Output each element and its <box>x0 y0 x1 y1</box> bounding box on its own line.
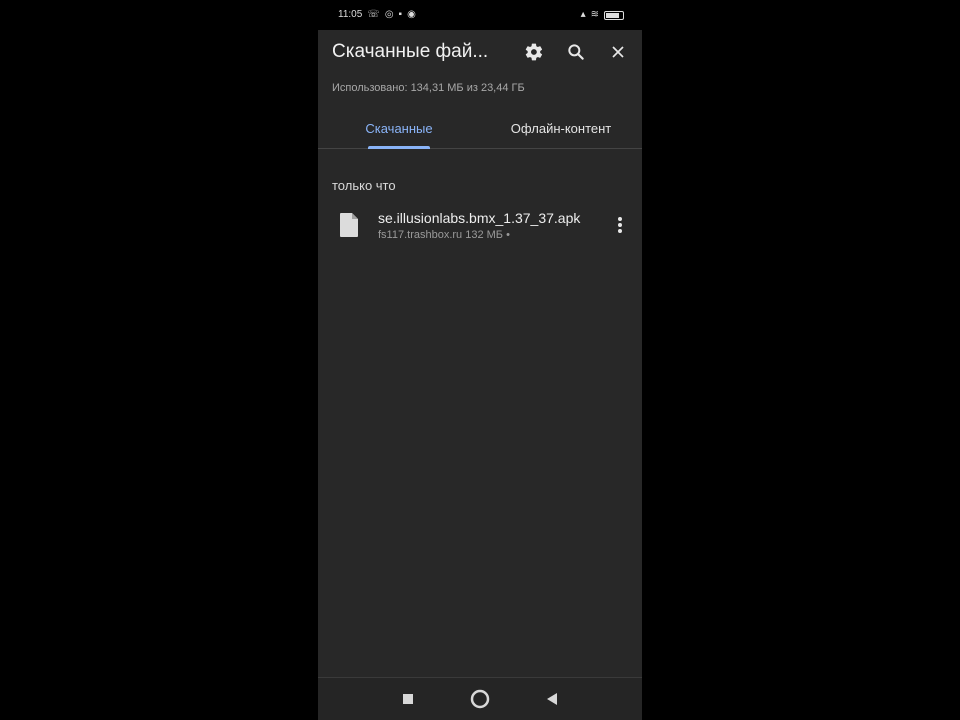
tab-downloads[interactable]: Скачанные <box>318 108 480 149</box>
tab-downloads-label: Скачанные <box>365 120 433 136</box>
search-icon <box>568 44 584 60</box>
home-button[interactable] <box>468 687 492 711</box>
file-name: se.illusionlabs.bmx_1.37_37.apk <box>378 209 581 226</box>
recents-button[interactable] <box>396 687 420 711</box>
search-button[interactable] <box>558 34 594 70</box>
home-icon <box>470 689 490 709</box>
more-vert-icon <box>618 217 622 233</box>
close-icon <box>612 46 624 58</box>
settings-icon <box>525 43 543 61</box>
settings-button[interactable] <box>516 34 552 70</box>
notification-icon: ◎ <box>384 9 394 20</box>
wifi-icon: ≋ <box>590 9 599 20</box>
tab-offline-content[interactable]: Офлайн-контент <box>480 108 642 148</box>
status-right: ▴ ≋ <box>581 10 624 20</box>
signal-icon: ▴ <box>580 9 586 20</box>
system-nav-bar <box>318 677 642 720</box>
page-title: Скачанные фай... <box>332 41 489 62</box>
list-item[interactable]: se.illusionlabs.bmx_1.37_37.apk fs117.tr… <box>318 200 642 250</box>
file-meta: fs117.trashbox.ru 132 МБ • <box>378 228 510 241</box>
call-icon: ☏ <box>367 9 380 20</box>
close-button[interactable] <box>600 34 636 70</box>
section-header: только что <box>332 178 396 193</box>
recents-icon <box>403 694 413 704</box>
app-header: Скачанные фай... <box>318 30 642 74</box>
vpn-icon: ◉ <box>407 9 416 20</box>
file-text: se.illusionlabs.bmx_1.37_37.apk fs117.tr… <box>378 210 604 241</box>
sim-icon: ▪ <box>398 9 403 20</box>
file-icon <box>340 213 358 237</box>
tab-bar: Скачанные Офлайн-контент <box>318 108 642 149</box>
back-button[interactable] <box>540 687 564 711</box>
more-options-button[interactable] <box>604 205 636 245</box>
status-time: 11:05 <box>338 9 363 20</box>
phone-screen: 11:05 ☏ ◎ ▪ ◉ ▴ ≋ Скачанные фай... Испол… <box>318 0 642 720</box>
status-left: 11:05 ☏ ◎ ▪ ◉ <box>338 10 416 20</box>
storage-info: Использовано: 134,31 МБ из 23,44 ГБ <box>332 82 525 94</box>
battery-icon <box>604 10 624 20</box>
back-icon <box>547 693 557 705</box>
tab-indicator <box>368 146 430 149</box>
tab-offline-label: Офлайн-контент <box>510 120 612 136</box>
status-bar: 11:05 ☏ ◎ ▪ ◉ ▴ ≋ <box>318 0 642 30</box>
